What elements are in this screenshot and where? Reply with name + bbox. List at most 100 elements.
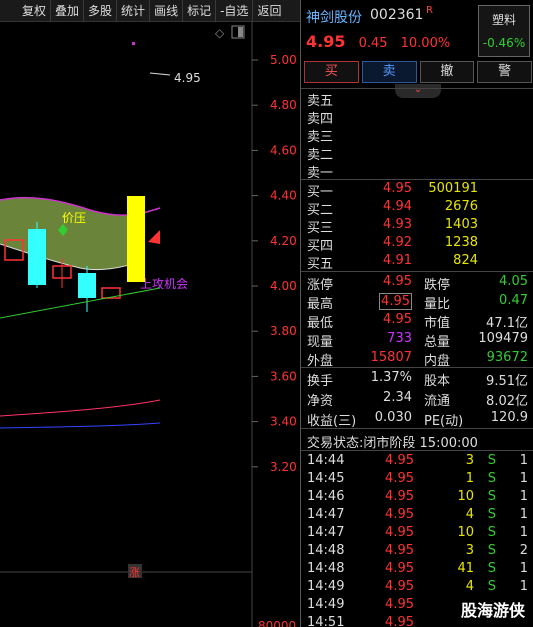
margin-flag: R [426,5,433,16]
buy-button[interactable]: 买 [304,61,359,83]
fundamental-value-right: 8.02亿 [486,394,528,409]
quote-value-right: 47.1亿 [486,316,528,331]
quote-value-left: 4.95 [383,274,412,289]
y-tick-label: 5.00 [270,53,297,67]
toolbar-statistics-button[interactable]: 统计 [117,0,151,22]
tick-count: 1 [519,471,528,486]
candle-2 [28,229,46,285]
price-callout: 4.95 [174,71,201,85]
tick-row: 14:47 4.95 4 S 1 [301,506,533,524]
toolbar-restore-rights-button[interactable]: 复权 [0,0,52,22]
tick-price: 4.95 [385,525,414,540]
price-line: 4.95 0.45 10.00% [306,32,450,51]
tick-volume: 4 [465,579,474,594]
tick-side: S [487,507,496,522]
tick-row: 14:44 4.95 3 S 1 [301,452,533,470]
quote-value-left: 15807 [370,350,412,365]
bid-row[interactable]: 买三 4.93 1403 [301,216,533,236]
toolbar-draw-line-button[interactable]: 画线 [150,0,184,22]
opportunity-label: 上攻机会 [140,277,188,291]
candle-6-limit-up [127,196,145,282]
tick-row: 14:48 4.95 41 S 1 [301,560,533,578]
tick-volume: 3 [465,543,474,558]
fundamental-label-right: 流通 [424,394,451,409]
tick-price: 4.95 [385,453,414,468]
quote-value-left: 4.95 [379,293,412,310]
callout-line [149,72,171,76]
toolbar-multi-stock-button[interactable]: 多股 [84,0,118,22]
tick-row: 14:48 4.95 3 S 2 [301,542,533,560]
ask-row[interactable]: 卖二 [301,143,533,163]
fundamental-label-left: 收益(三) [307,414,357,429]
y-tick-label: 4.60 [270,143,297,157]
fundamental-label-right: 股本 [424,374,451,389]
stock-name[interactable]: 神剑股份 [306,7,362,27]
tick-count: 1 [519,561,528,576]
bid-row[interactable]: 买二 4.94 2676 [301,198,533,218]
ma-line-red [0,399,161,417]
y-tick-label: 4.40 [270,189,297,203]
fundamental-value-right: 9.51亿 [486,374,528,389]
pressure-label: 价压 [62,211,86,225]
sector-badge[interactable]: 塑料 -0.46% [478,5,530,57]
kline-chart[interactable]: 5.00 4.80 4.60 4.40 4.20 4.00 3.80 3.60 3.40 3.20… [0,22,300,627]
toolbar-mark-button[interactable]: 标记 [183,0,217,22]
cancel-order-button[interactable]: 撤 [419,61,475,83]
last-price: 4.95 [306,32,346,51]
bid-volume: 1238 [444,235,478,250]
tick-volume: 10 [457,489,474,504]
bid-price: 4.94 [383,199,412,214]
bid-row[interactable]: 买一 4.95 500191 [301,180,533,200]
ask-row[interactable]: 卖五 [301,89,533,109]
bid-volume: 1403 [444,217,478,232]
ask-row[interactable]: 卖三 [301,125,533,145]
ask-row[interactable]: 卖一 [301,161,533,181]
y-tick-label: 3.40 [270,415,297,429]
tick-time: 14:47 [307,525,345,540]
bid-row[interactable]: 买四 4.92 1238 [301,234,533,254]
bid-volume: 500191 [428,181,478,196]
quote-label-right: 总量 [424,335,451,350]
watermark: 股海游侠 [460,601,525,620]
fundamental-label-right: PE(动) [424,414,464,429]
tick-side: S [487,543,496,558]
toolbar-remove-watchlist-button[interactable]: -自选 [216,0,254,22]
tick-time: 14:45 [307,471,345,486]
tick-volume: 1 [465,471,474,486]
tick-time: 14:49 [307,597,345,612]
alert-button[interactable]: 警 [477,61,532,83]
trading-status-value: 闭市阶段 15:00:00 [363,436,478,451]
fundamental-row: 换手 1.37% 股本 9.51亿 [301,369,533,389]
tick-count: 1 [519,489,528,504]
quote-row: 涨停 4.95 跌停 4.05 [301,273,533,293]
sell-button[interactable]: 卖 [361,61,417,83]
tick-time: 14:48 [307,543,345,558]
tick-time: 14:48 [307,561,345,576]
tick-count: 1 [519,453,528,468]
quote-row: 现量 733 总量 109479 [301,330,533,350]
ask-row[interactable]: 卖四 [301,107,533,127]
tick-price: 4.95 [385,597,414,612]
toolbar-back-button[interactable]: 返回 [253,0,285,22]
tick-side: S [487,471,496,486]
chart-toolbar: 复权 叠加 多股 统计 画线 标记 -自选 返回 [0,0,300,22]
tick-count: 1 [519,579,528,594]
tick-side: S [487,525,496,540]
tick-price: 4.95 [385,489,414,504]
y-tick-label: 4.80 [270,98,297,112]
tick-price: 4.95 [385,579,414,594]
tick-price: 4.95 [385,561,414,576]
y-tick-label: 4.00 [270,279,297,293]
quote-value-left: 4.95 [383,312,412,327]
signal-dot [132,42,135,45]
tick-row: 14:46 4.95 10 S 1 [301,488,533,506]
tick-volume: 41 [457,561,474,576]
y-tick-label: 3.20 [270,460,297,474]
y-tick-label: 3.60 [270,369,297,383]
candle-4 [78,273,96,298]
bid-price: 4.92 [383,235,412,250]
y-tick-label: 3.80 [270,324,297,338]
toolbar-overlay-button[interactable]: 叠加 [51,0,85,22]
fundamental-value-left: 1.37% [370,370,412,385]
bid-row[interactable]: 买五 4.91 824 [301,252,533,272]
